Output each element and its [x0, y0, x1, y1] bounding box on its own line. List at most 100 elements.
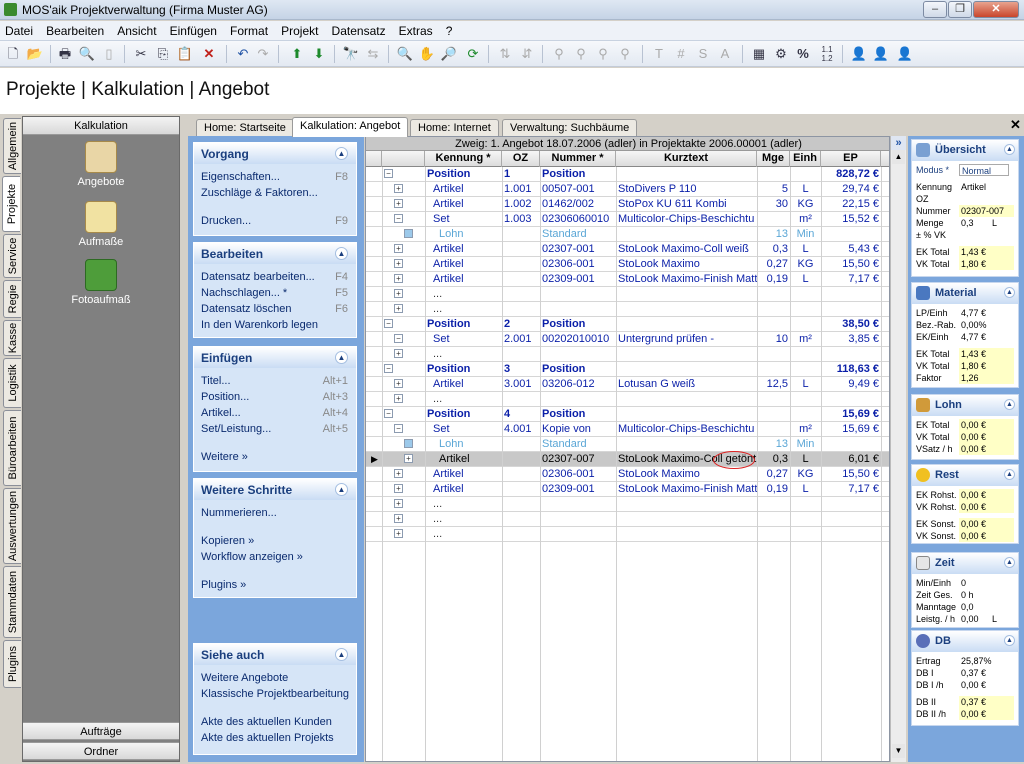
grid-cell-mge[interactable]	[757, 167, 790, 182]
tree-expander-icon[interactable]: +	[394, 499, 403, 508]
grid-cell-mge[interactable]: 0,27	[757, 257, 790, 272]
grid-cell-oz[interactable]: 2	[502, 317, 540, 332]
grid-cell-ep[interactable]	[821, 437, 881, 452]
grid-cell-ep[interactable]: 9,49 €	[821, 377, 881, 392]
grid-cell-mge[interactable]	[757, 287, 790, 302]
zoom-fit-icon[interactable]: 🔎	[440, 45, 458, 63]
grid-cell-kennung[interactable]: ...	[425, 287, 502, 302]
grid-cell-mge[interactable]: 0,19	[757, 482, 790, 497]
grid-cell-mge[interactable]	[757, 317, 790, 332]
table-row[interactable]: +...	[366, 512, 889, 527]
grid-cell-kennung[interactable]: Lohn	[425, 227, 502, 242]
tree-expander-icon[interactable]: +	[394, 289, 403, 298]
calculator-icon[interactable]: ▦	[750, 45, 768, 63]
grid-cell-ep[interactable]: 29,74 €	[821, 182, 881, 197]
grid-cell-oz[interactable]	[502, 272, 540, 287]
grid-cell-kennung[interactable]: Position	[425, 362, 502, 377]
grid-scrollbar[interactable]: » ▲ ▼	[890, 136, 906, 762]
grid-cell-kurztext[interactable]	[616, 347, 757, 362]
collapse-icon[interactable]: ▲	[335, 648, 348, 661]
table-row[interactable]: + Artikel 02306-001 StoLook Maximo 0,27 KG 15,…	[366, 467, 889, 482]
link-datensatz-loeschen[interactable]: Datensatz löschen F6	[194, 302, 356, 318]
grid-cell-nummer[interactable]: Position	[540, 407, 616, 422]
tree-expander-icon[interactable]: +	[394, 304, 403, 313]
grid-cell-kennung[interactable]: Artikel	[425, 482, 502, 497]
link-weitere[interactable]: Weitere »	[194, 450, 356, 466]
grid-cell-oz[interactable]: 1	[502, 167, 540, 182]
grid-cell-einh[interactable]	[790, 407, 821, 422]
grid-cell-ep[interactable]: 118,63 €	[821, 362, 881, 377]
grid-cell-einh[interactable]: KG	[790, 197, 821, 212]
cut-icon[interactable]: ✂	[132, 45, 150, 63]
grid-cell-nummer[interactable]: 02306-001	[540, 467, 616, 482]
grid-cell-nummer[interactable]: 00507-001	[540, 182, 616, 197]
page-icon[interactable]: ▯	[100, 45, 118, 63]
link-titel[interactable]: Titel... Alt+1	[194, 374, 356, 390]
print-preview-icon[interactable]: 🔍	[78, 45, 96, 63]
redo-icon[interactable]: ↷	[254, 45, 272, 63]
grid-cell-oz[interactable]	[502, 347, 540, 362]
table-row[interactable]: − Position 3 Position 118,63 €	[366, 362, 889, 377]
table-row[interactable]: − Position 2 Position 38,50 €	[366, 317, 889, 332]
user-yellow-icon[interactable]: 👤	[872, 45, 890, 63]
nav-item-angebote[interactable]: Angebote	[23, 141, 179, 188]
table-row[interactable]: Lohn Standard 13 Min	[366, 437, 889, 452]
link-nachschlagen[interactable]: Nachschlagen... * F5	[194, 286, 356, 302]
table-row[interactable]: + ▶ Artikel 02307-007 StoLook Maximo-Coll ge…	[366, 452, 889, 467]
grid-cell-kennung[interactable]: Artikel	[425, 272, 502, 287]
delete-icon[interactable]: ✕	[200, 45, 218, 63]
grid-cell-oz[interactable]	[502, 497, 540, 512]
vtab-regie[interactable]: Regie	[3, 280, 21, 318]
grid-cell-einh[interactable]	[790, 287, 821, 302]
grid-cell-kurztext[interactable]	[616, 227, 757, 242]
grid-cell-oz[interactable]: 4	[502, 407, 540, 422]
section-header[interactable]: Bearbeiten ▲	[194, 243, 356, 264]
filter-edit-icon[interactable]: ⚲	[616, 45, 634, 63]
grid-cell-einh[interactable]	[790, 302, 821, 317]
grid-cell-nummer[interactable]: 01462/002	[540, 197, 616, 212]
collapse-icon[interactable]: ▲	[1004, 557, 1015, 568]
collapse-icon[interactable]: ▲	[1004, 635, 1015, 646]
scroll-up-icon[interactable]: ▲	[892, 150, 905, 164]
grid-cell-mge[interactable]	[757, 302, 790, 317]
grid-cell-ep[interactable]: 22,15 €	[821, 197, 881, 212]
box-header[interactable]: Material ▲	[912, 283, 1018, 304]
find-icon[interactable]: 🔭	[342, 45, 360, 63]
grid-cell-kurztext[interactable]: StoPox KU 611 Kombi	[616, 197, 757, 212]
table-row[interactable]: − Position 1 Position 828,72 €	[366, 167, 889, 182]
grid-cell-kennung[interactable]: Artikel	[425, 242, 502, 257]
link-drucken[interactable]: Drucken... F9	[194, 214, 356, 230]
grid-cell-nummer[interactable]: 03206-012	[540, 377, 616, 392]
grid-cell-nummer[interactable]: Position	[540, 167, 616, 182]
paste-icon[interactable]: 📋	[176, 45, 194, 63]
close-tab-icon[interactable]: ✕	[1010, 117, 1021, 133]
grid-cell-einh[interactable]: L	[790, 242, 821, 257]
col-oz[interactable]: OZ	[502, 151, 540, 167]
grid-cell-einh[interactable]: m²	[790, 332, 821, 347]
hand-icon[interactable]: ✋	[418, 45, 436, 63]
tree-expander-icon[interactable]: +	[394, 274, 403, 283]
table-row[interactable]: − Set 1.003 02306060010 Multicolor-Chips-Bes…	[366, 212, 889, 227]
grid-cell-ep[interactable]: 15,69 €	[821, 422, 881, 437]
table-row[interactable]: + Artikel 1.002 01462/002 StoPox KU 611 Komb…	[366, 197, 889, 212]
grid-cell-kennung[interactable]: Artikel	[425, 257, 502, 272]
grid-cell-mge[interactable]	[757, 362, 790, 377]
grid-cell-ep[interactable]: 7,17 €	[821, 272, 881, 287]
grid-cell-nummer[interactable]	[540, 287, 616, 302]
tree-expander-icon[interactable]: +	[394, 184, 403, 193]
grid-cell-kurztext[interactable]: StoLook Maximo-Finish Matt	[616, 482, 757, 497]
table-row[interactable]: + Artikel 1.001 00507-001 StoDivers P 110 5 L 2…	[366, 182, 889, 197]
menu-projekt[interactable]: Projekt	[276, 21, 323, 38]
vtab-stammdaten[interactable]: Stammdaten	[3, 566, 21, 638]
section-header[interactable]: Vorgang ▲	[194, 143, 356, 164]
col-einh[interactable]: Einh	[790, 151, 821, 167]
grid-cell-mge[interactable]: 5	[757, 182, 790, 197]
vtab-plugins[interactable]: Plugins	[3, 640, 21, 688]
grid-cell-nummer[interactable]	[540, 302, 616, 317]
tree-expander-icon[interactable]: +	[394, 469, 403, 478]
grid-cell-ep[interactable]: 3,85 €	[821, 332, 881, 347]
table-row[interactable]: +...	[366, 527, 889, 542]
table-row[interactable]: − Set 4.001 Kopie von Multicolor-Chips-Besch…	[366, 422, 889, 437]
grid-cell-einh[interactable]	[790, 392, 821, 407]
grid-cell-kurztext[interactable]	[616, 392, 757, 407]
